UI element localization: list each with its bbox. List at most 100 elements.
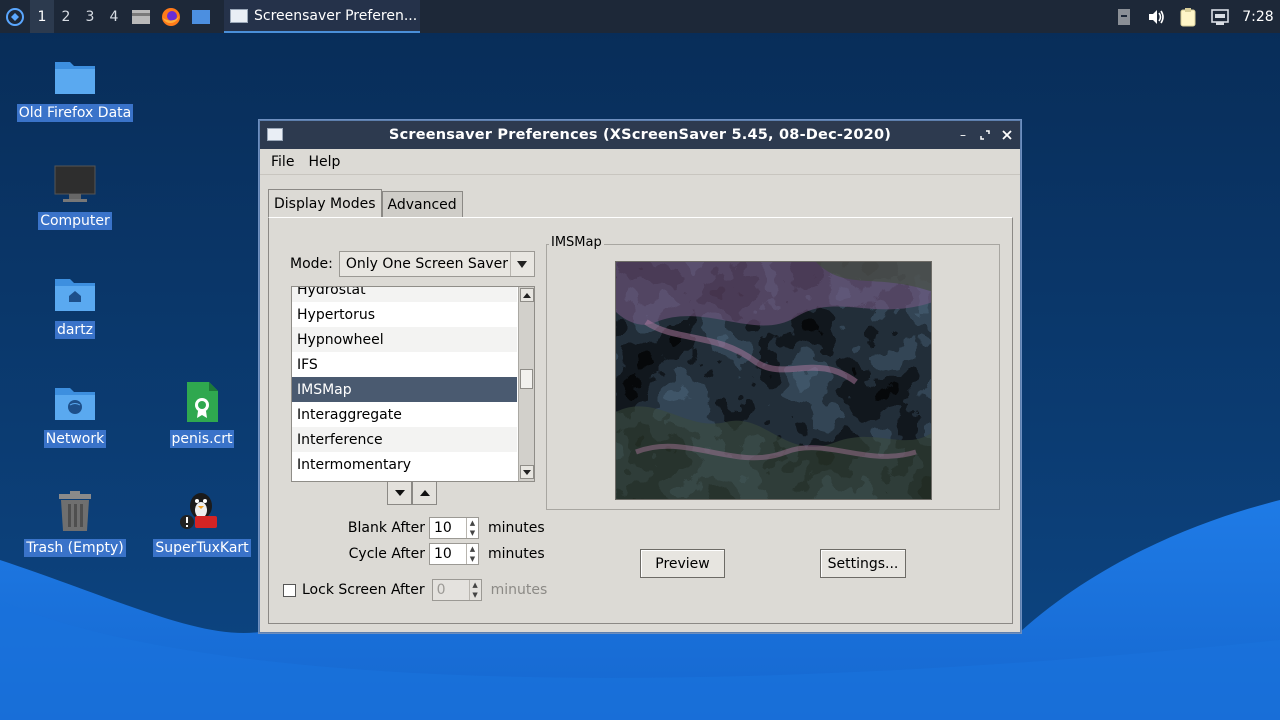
file-manager-launcher[interactable] — [126, 0, 156, 33]
minimize-icon: – — [960, 128, 966, 142]
blank-after-unit: minutes — [488, 520, 545, 536]
folder-icon — [51, 52, 99, 100]
blank-after-row: Blank After 10 ▲ ▼ minutes — [343, 517, 545, 539]
workspace-1[interactable]: 1 — [30, 0, 54, 33]
desktop-icon-trash[interactable]: Trash (Empty) — [15, 487, 135, 557]
close-button[interactable] — [1000, 128, 1014, 142]
next-saver-button[interactable] — [387, 481, 412, 505]
spin-down-icon[interactable]: ▼ — [470, 590, 481, 600]
removable-media-icon — [1118, 8, 1130, 25]
menu-help[interactable]: Help — [303, 152, 345, 172]
screensaver-preferences-window: Screensaver Preferences (XScreenSaver 5.… — [259, 120, 1021, 633]
spin-down-icon[interactable]: ▼ — [467, 528, 478, 538]
lock-after-unit: minutes — [490, 582, 548, 598]
screensaver-list-item[interactable]: Hydrostat — [292, 287, 517, 302]
removable-media-button[interactable] — [1108, 0, 1140, 33]
lock-after-value: 0 — [436, 582, 446, 598]
window-app-icon — [267, 128, 283, 141]
volume-button[interactable] — [1140, 0, 1172, 33]
system-tray: 7:28 — [1108, 0, 1280, 33]
desktop-icon-label: Old Firefox Data — [16, 104, 134, 122]
cycle-after-value: 10 — [434, 546, 452, 562]
desktop-icon-supertuxkart[interactable]: SuperTuxKart — [142, 487, 262, 557]
tab-display-modes[interactable]: Display Modes — [268, 189, 382, 217]
desktop-icon — [192, 9, 210, 24]
desktop-icon-label: Trash (Empty) — [24, 539, 126, 557]
cycle-after-spinner[interactable]: 10 ▲ ▼ — [429, 543, 479, 565]
desktop-icon-old-firefox-data[interactable]: Old Firefox Data — [15, 52, 135, 122]
screensaver-list-item[interactable]: Hypnowheel — [292, 327, 517, 352]
cycle-after-row: Cycle After 10 ▲ ▼ minutes — [343, 543, 545, 565]
mode-select[interactable]: Only One Screen Saver — [338, 251, 535, 277]
desktop-icon-network[interactable]: Network — [15, 378, 135, 448]
settings-button-label: Settings... — [827, 555, 899, 572]
screensaver-list[interactable]: Hydrostat Hypertorus Hypnowheel IFS IMSMap In… — [291, 286, 535, 482]
computer-icon — [51, 160, 99, 208]
spin-up-icon[interactable]: ▲ — [467, 518, 478, 528]
maximize-icon — [980, 130, 990, 140]
mode-select-value: Only One Screen Saver — [345, 256, 509, 272]
arrow-up-icon — [419, 490, 430, 496]
screensaver-list-item[interactable]: IMSMap — [292, 377, 517, 402]
workspace-3[interactable]: 3 — [78, 0, 102, 33]
taskbar: 1 2 3 4 Screensaver Preferen... 7:28 — [0, 0, 1280, 33]
file-manager-icon — [132, 9, 150, 24]
lock-screen-row: Lock Screen After 0 ▲ ▼ minutes — [283, 579, 547, 601]
lxqt-logo-icon — [6, 7, 24, 26]
window-app-icon — [230, 8, 248, 23]
desktop-icon-label: Computer — [38, 212, 112, 230]
screensaver-preview-image — [615, 261, 932, 500]
workspace-2[interactable]: 2 — [54, 0, 78, 33]
firefox-launcher[interactable] — [156, 0, 186, 33]
spin-down-icon[interactable]: ▼ — [467, 554, 478, 564]
settings-button[interactable]: Settings... — [820, 549, 906, 578]
menubar: File Help — [260, 149, 1020, 175]
previous-saver-button[interactable] — [412, 481, 437, 505]
home-folder-icon — [51, 269, 99, 317]
firefox-icon — [162, 7, 180, 26]
desktop-icon-label: SuperTuxKart — [153, 539, 251, 557]
desktop-icon-computer[interactable]: Computer — [15, 160, 135, 230]
certificate-file-icon — [178, 378, 226, 426]
tab-bar: Display Modes Advanced — [268, 189, 463, 217]
screensaver-list-item[interactable]: IFS — [292, 352, 517, 377]
lock-screen-label: Lock Screen After — [302, 582, 425, 598]
window-titlebar[interactable]: Screensaver Preferences (XScreenSaver 5.… — [260, 121, 1020, 149]
start-menu-button[interactable] — [0, 0, 30, 33]
screensaver-list-item[interactable]: Hypertorus — [292, 302, 517, 327]
preview-button-label: Preview — [655, 555, 710, 572]
preview-button[interactable]: Preview — [640, 549, 725, 578]
list-scrollbar[interactable] — [518, 287, 534, 481]
screensaver-list-item[interactable]: Intermomentary — [292, 452, 517, 477]
blank-after-label: Blank After — [347, 520, 425, 536]
lock-after-spinner[interactable]: 0 ▲ ▼ — [431, 579, 482, 601]
blank-after-value: 10 — [434, 520, 452, 536]
preview-frame-label: IMSMap — [549, 235, 604, 250]
scrollbar-thumb[interactable] — [520, 369, 533, 389]
taskbar-task-screensaver[interactable]: Screensaver Preferen... — [224, 0, 420, 33]
blank-after-spinner[interactable]: 10 ▲ ▼ — [429, 517, 479, 539]
clipboard-button[interactable] — [1172, 0, 1204, 33]
spin-up-icon[interactable]: ▲ — [467, 544, 478, 554]
desktop-icon-dartz[interactable]: dartz — [15, 269, 135, 339]
arrow-down-icon — [394, 490, 405, 496]
show-desktop-launcher[interactable] — [186, 0, 216, 33]
workspace-4[interactable]: 4 — [102, 0, 126, 33]
desktop-icon-label: penis.crt — [169, 430, 235, 448]
trash-icon — [51, 487, 99, 535]
network-button[interactable] — [1204, 0, 1236, 33]
clock[interactable]: 7:28 — [1236, 9, 1280, 25]
mode-row: Mode: Only One Screen Saver — [290, 251, 535, 277]
desktop-icon-penis-crt[interactable]: penis.crt — [142, 378, 262, 448]
maximize-button[interactable] — [978, 128, 992, 142]
menu-file[interactable]: File — [266, 152, 299, 172]
screensaver-list-item[interactable]: Interference — [292, 427, 517, 452]
lock-screen-checkbox[interactable] — [283, 583, 296, 597]
network-icon — [1211, 8, 1229, 25]
screensaver-list-item[interactable]: Interaggregate — [292, 402, 517, 427]
scroll-down-arrow[interactable] — [520, 465, 534, 479]
tab-advanced[interactable]: Advanced — [381, 191, 463, 217]
scroll-up-arrow[interactable] — [520, 288, 534, 302]
spin-up-icon[interactable]: ▲ — [470, 580, 481, 590]
minimize-button[interactable]: – — [956, 128, 970, 142]
